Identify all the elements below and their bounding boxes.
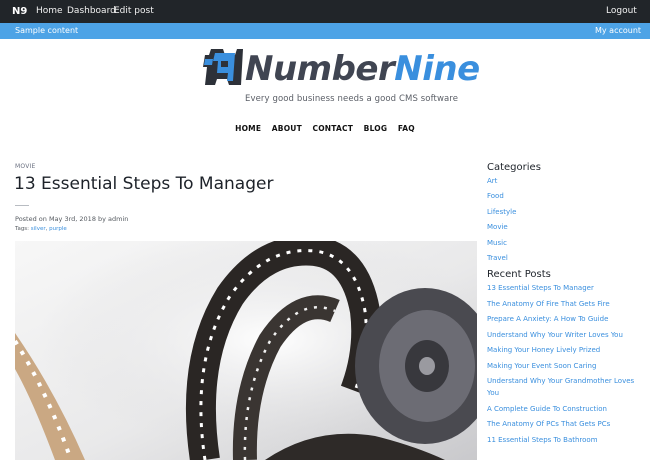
nav-item-about[interactable]: ABOUT (272, 124, 302, 133)
recent-posts-heading: Recent Posts (487, 269, 551, 280)
admin-home-link[interactable]: Home (36, 0, 63, 23)
my-account-link[interactable]: My account (595, 23, 641, 39)
category-link-art[interactable]: Art (487, 177, 497, 185)
tag-link[interactable]: silver (31, 226, 46, 232)
admin-edit-post-link[interactable]: Edit post (114, 0, 154, 23)
sub-bar: Sample content My account (0, 23, 650, 39)
recent-post-link[interactable]: A Complete Guide To Construction (487, 405, 607, 413)
post-category[interactable]: MOVIE (15, 163, 35, 170)
recent-post-link[interactable]: Making Your Honey Lively Prized (487, 346, 600, 354)
admin-dashboard-link[interactable]: Dashboard (67, 0, 116, 23)
nav-item-faq[interactable]: FAQ (398, 124, 415, 133)
recent-post-link[interactable]: 13 Essential Steps To Manager (487, 284, 594, 292)
category-link-music[interactable]: Music (487, 239, 507, 247)
recent-post-link[interactable]: The Anatomy Of Fire That Gets Fire (487, 300, 610, 308)
main-nav: HOME ABOUT CONTACT BLOG FAQ (0, 124, 650, 133)
recent-post-link[interactable]: The Anatomy Of PCs That Gets PCs (487, 420, 610, 428)
logo-tagline: Every good business needs a good CMS sof… (245, 94, 459, 104)
film-reel-image (15, 241, 477, 460)
nav-item-home[interactable]: HOME (235, 124, 261, 133)
categories-heading: Categories (487, 162, 541, 173)
recent-post-link[interactable]: Understand Why Your Grandmother Loves (487, 377, 634, 385)
logo-wordmark-nine: Nine (394, 49, 480, 89)
hashtag-nine-icon (203, 49, 243, 85)
category-link-food[interactable]: Food (487, 192, 504, 200)
category-link-movie[interactable]: Movie (487, 223, 508, 231)
title-divider (15, 205, 29, 206)
logout-link[interactable]: Logout (606, 0, 637, 23)
post-tags: Tags: silver, purple (15, 226, 67, 232)
logo-wordmark-number: Number (245, 49, 395, 89)
nav-item-blog[interactable]: BLOG (364, 124, 388, 133)
post-meta: Posted on May 3rd, 2018 by admin (15, 215, 129, 223)
tag-link[interactable]: purple (49, 226, 67, 232)
recent-post-link[interactable]: 11 Essential Steps To Bathroom (487, 436, 598, 444)
sample-content-link[interactable]: Sample content (15, 23, 78, 39)
admin-bar: N9 Home Dashboard Edit post Logout (0, 0, 650, 23)
brand-link[interactable]: N9 (12, 0, 27, 23)
site-logo[interactable]: NumberNine Every good business needs a g… (201, 44, 480, 110)
recent-post-link-continued[interactable]: You (487, 389, 499, 397)
category-link-lifestyle[interactable]: Lifestyle (487, 208, 516, 216)
tags-label: Tags: (15, 226, 30, 232)
post-title: 13 Essential Steps To Manager (14, 174, 274, 194)
recent-post-link[interactable]: Making Your Event Soon Caring (487, 362, 596, 370)
nav-item-contact[interactable]: CONTACT (313, 124, 354, 133)
logo-wordmark: NumberNine (245, 50, 480, 88)
featured-image (15, 241, 477, 460)
recent-post-link[interactable]: Understand Why Your Writer Loves You (487, 331, 623, 339)
category-link-travel[interactable]: Travel (487, 254, 508, 262)
recent-post-link[interactable]: Prepare A Anxiety: A How To Guide (487, 315, 608, 323)
